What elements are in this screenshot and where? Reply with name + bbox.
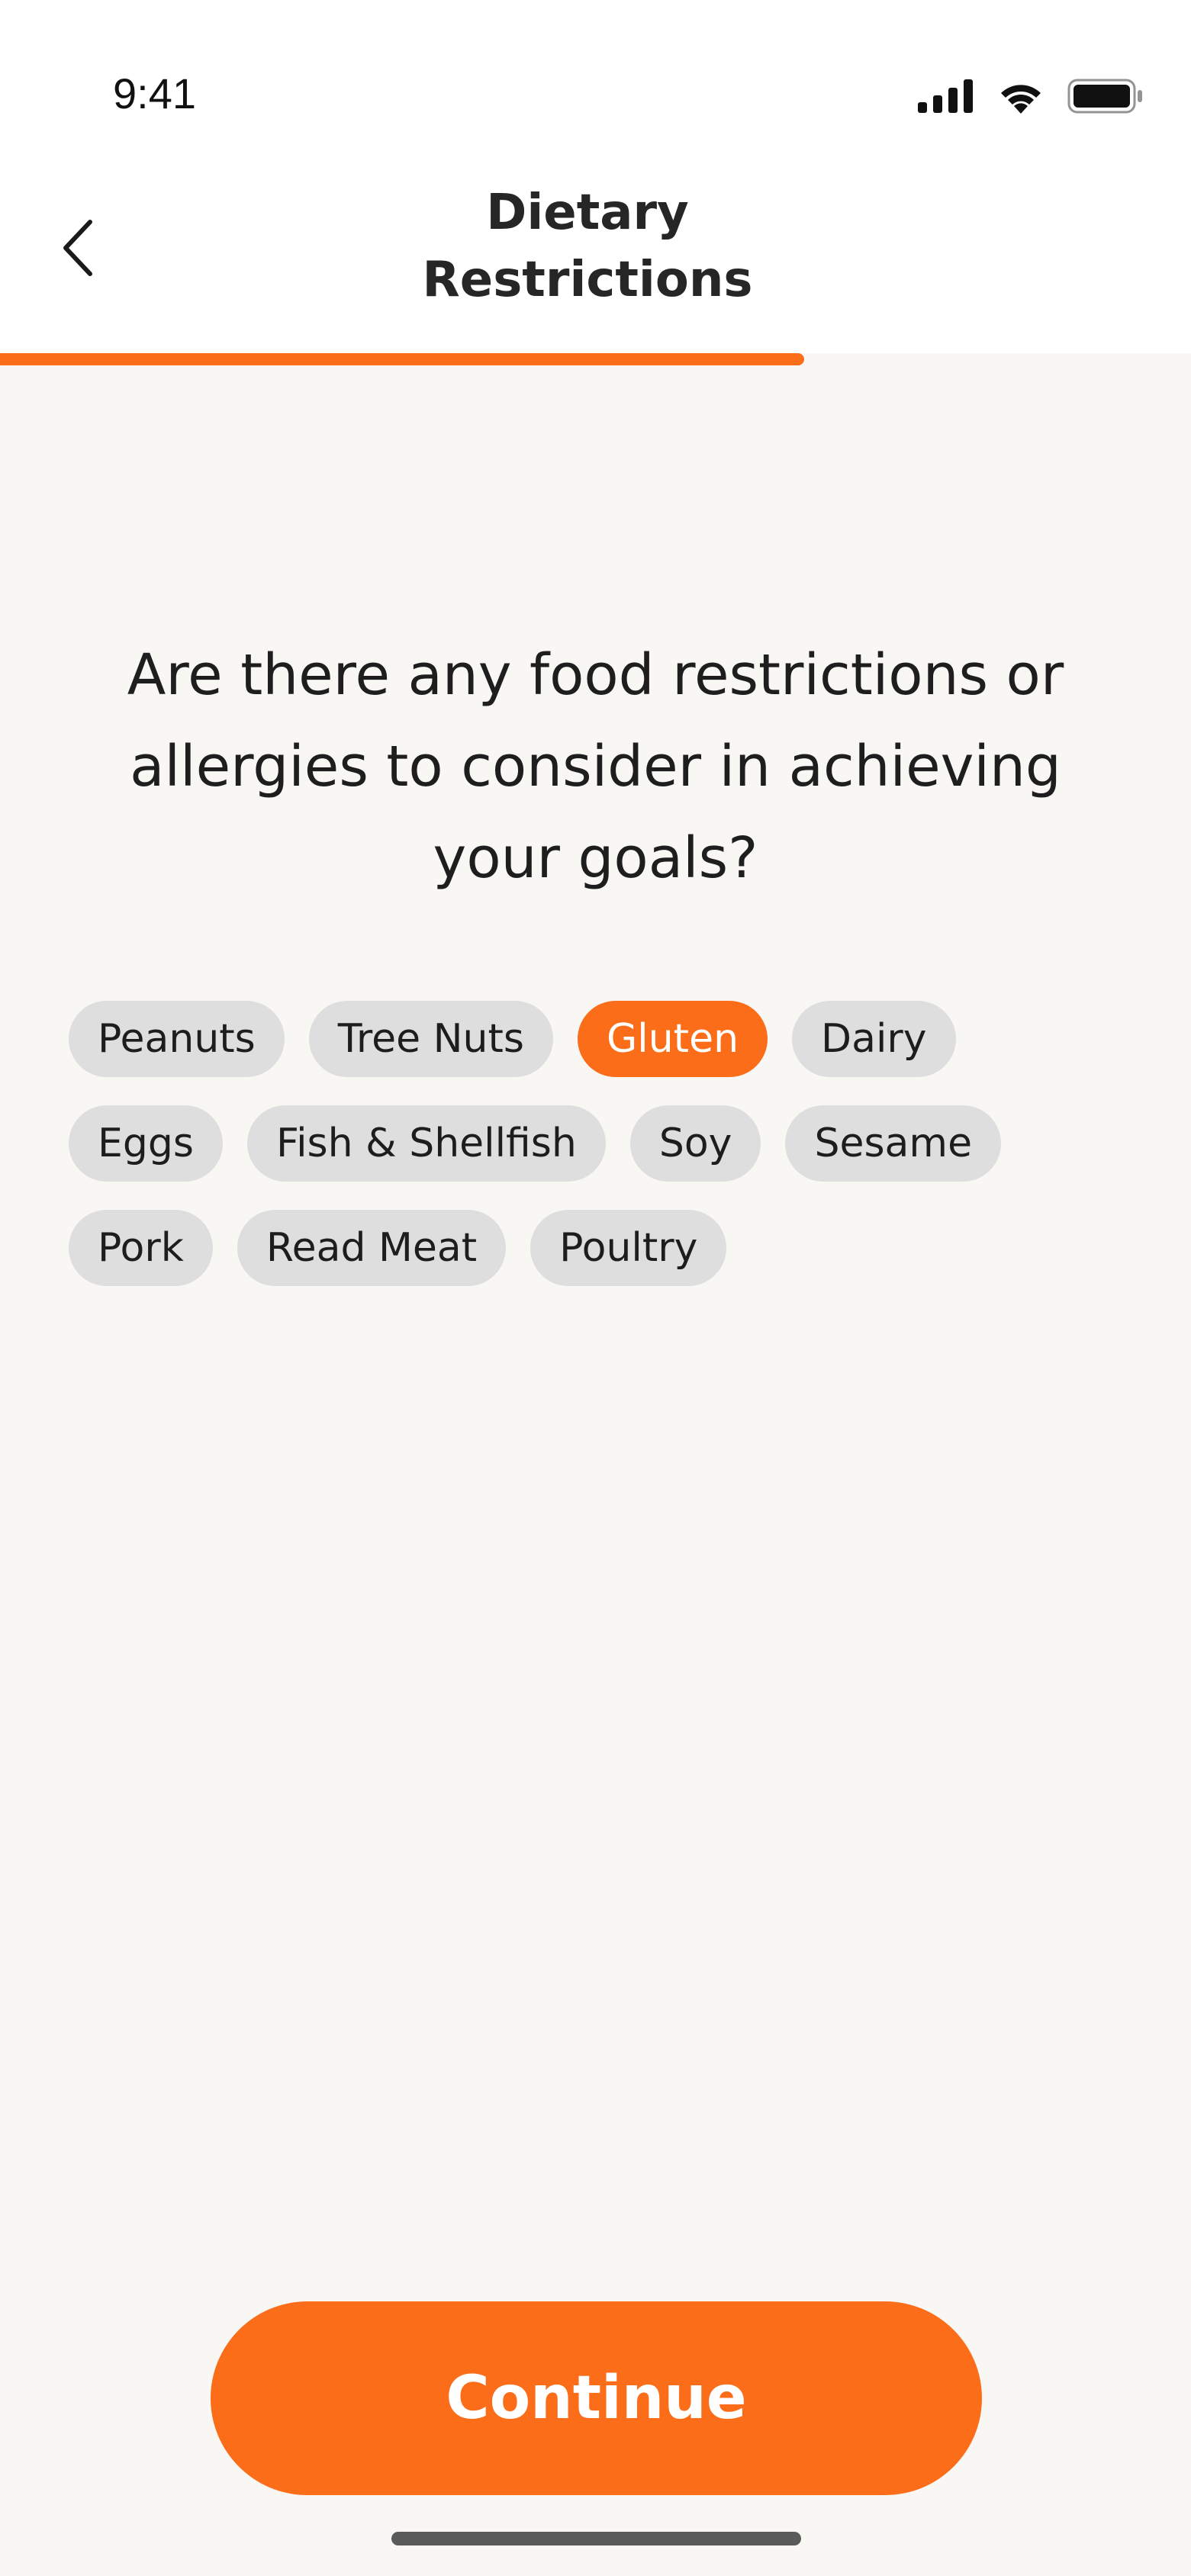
page-title: Dietary Restrictions [290, 179, 885, 314]
progress-bar-fill [0, 353, 804, 365]
home-indicator [391, 2532, 801, 2545]
option-chip-gluten[interactable]: Gluten [577, 1001, 768, 1077]
option-chip-tree-nuts[interactable]: Tree Nuts [308, 1001, 553, 1077]
page-title-line1: Dietary [486, 185, 689, 241]
status-time: 9:41 [113, 69, 196, 117]
page-title-line2: Restrictions [422, 252, 753, 308]
options-row: Peanuts Tree Nuts Gluten Dairy [69, 1001, 1122, 1077]
progress-bar [0, 353, 1191, 365]
option-chip-pork[interactable]: Pork [69, 1210, 213, 1286]
status-icons [918, 79, 1144, 117]
back-button[interactable] [44, 207, 113, 291]
option-chip-soy[interactable]: Soy [629, 1105, 761, 1182]
option-chip-read-meat[interactable]: Read Meat [237, 1210, 507, 1286]
options-row: Eggs Fish & Shellfish Soy Sesame [69, 1105, 1122, 1182]
option-chip-poultry[interactable]: Poultry [530, 1210, 727, 1286]
option-chip-sesame[interactable]: Sesame [785, 1105, 1002, 1182]
status-bar: 9:41 [0, 0, 1191, 160]
battery-icon [1067, 79, 1144, 117]
option-chip-dairy[interactable]: Dairy [792, 1001, 956, 1077]
option-chip-eggs[interactable]: Eggs [69, 1105, 223, 1182]
continue-button[interactable]: Continue [211, 2301, 982, 2495]
options-row: Pork Read Meat Poultry [69, 1210, 1122, 1286]
restriction-options: Peanuts Tree Nuts Gluten Dairy Eggs Fish… [69, 1001, 1122, 1314]
option-chip-peanuts[interactable]: Peanuts [69, 1001, 285, 1077]
option-chip-fish-shellfish[interactable]: Fish & Shellfish [246, 1105, 606, 1182]
cellular-signal-icon [918, 79, 974, 116]
question-text: Are there any food restrictions or aller… [127, 642, 1064, 891]
chevron-left-icon [60, 217, 98, 281]
wifi-icon [997, 79, 1045, 117]
